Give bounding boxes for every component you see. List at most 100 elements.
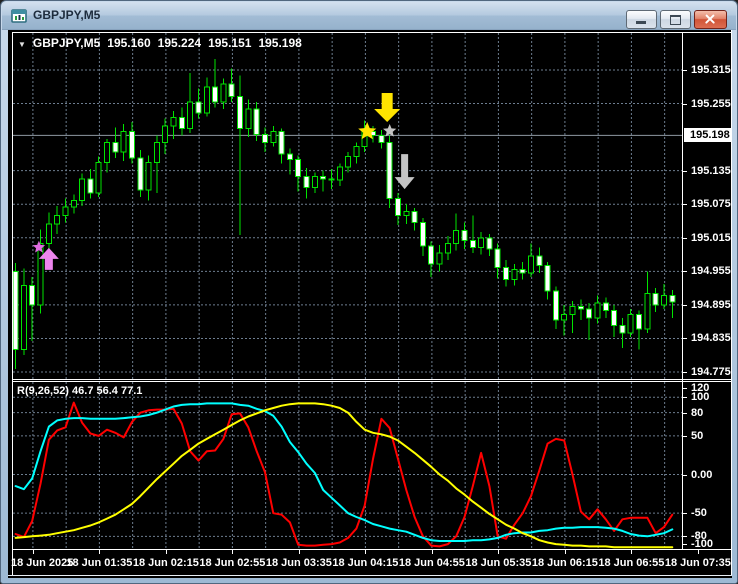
time-tick [232, 550, 234, 554]
time-axis[interactable]: 18 Jun 2025 18 Jun 01:35 18 Jun 02:15 18 Ju… [8, 550, 732, 575]
price-scale-label: 194.895 [691, 298, 731, 311]
time-tick [298, 550, 300, 554]
candle-body [478, 237, 485, 248]
candle-body [403, 210, 410, 216]
time-axis-label: 18 Jun 2025 [11, 557, 74, 569]
candle-body [320, 175, 327, 180]
price-scale-label: 195.075 [691, 198, 731, 211]
candle-body [170, 117, 177, 127]
window-controls [626, 10, 727, 29]
price-scale-label: 195.255 [691, 97, 731, 110]
time-axis-label: 18 Jun 04:55 [398, 557, 465, 569]
candle-body [212, 86, 219, 103]
candle-body [13, 270, 19, 351]
indicator-pane-bottom-border [12, 549, 732, 550]
candle-body [20, 284, 27, 351]
scale-right-border [731, 30, 732, 576]
time-tick [564, 550, 566, 554]
price-scale-label: 194.835 [691, 332, 731, 345]
candle-body [328, 178, 335, 181]
scale-tick [683, 237, 687, 239]
candle-body [62, 206, 69, 216]
scale-tick [683, 435, 687, 437]
candle-body [295, 158, 302, 177]
minimize-icon [636, 21, 646, 24]
candle-body [203, 86, 210, 114]
indicator-pane-top-border[interactable] [12, 381, 732, 382]
candle-body [503, 266, 510, 281]
candle-body [70, 199, 77, 208]
candle-body [237, 95, 244, 130]
scale-tick [683, 388, 687, 389]
chart-client-area: ▼ GBPJPY,M5 195.160 195.224 195.151 195.… [8, 30, 732, 578]
header-symbol: GBPJPY,M5 [32, 36, 101, 50]
window-titlebar[interactable]: GBPJPY,M5 [2, 2, 736, 30]
time-tick [365, 550, 367, 554]
candle-body [586, 308, 593, 319]
candle-body [220, 83, 227, 103]
candle-body [29, 284, 36, 306]
candle-body [511, 269, 518, 281]
scale-tick [683, 536, 687, 538]
time-tick [498, 550, 500, 554]
price-scale-label: 195.015 [691, 231, 731, 244]
scale-tick [683, 412, 687, 414]
candle-body [386, 142, 393, 200]
candle-body [577, 306, 584, 310]
candle-body [353, 146, 360, 158]
scale-tick [683, 204, 687, 206]
window-title: GBPJPY,M5 [33, 8, 101, 22]
restore-icon [670, 15, 681, 25]
price-scale-label: -50 [691, 507, 707, 520]
scale-tick [683, 372, 687, 373]
price-scale-label: 195.315 [691, 64, 731, 76]
candle-body [461, 230, 468, 242]
price-scale-label: 100 [691, 391, 710, 404]
candle-body [311, 175, 318, 188]
chart-window: GBPJPY,M5 ▼ GBPJPY,M5 195.160 195.224 19… [0, 0, 738, 584]
candle-body [644, 293, 651, 330]
candle-body [104, 142, 111, 163]
scale-separator-line[interactable] [682, 32, 683, 550]
plot-left-border [12, 32, 13, 575]
candle-body [436, 252, 443, 265]
candle-body [519, 269, 526, 274]
price-scale[interactable]: 195.315 195.255 195.135 195.075 195.015 194.9… [683, 30, 732, 576]
candle-body [162, 125, 169, 144]
minimize-button[interactable] [626, 10, 657, 29]
candle-body [270, 131, 277, 144]
price-scale-label: 50 [691, 429, 704, 442]
close-button[interactable] [694, 10, 727, 29]
candle-body [453, 230, 460, 244]
symbol-dropdown-icon[interactable]: ▼ [18, 40, 26, 49]
candle-body [336, 166, 343, 181]
candle-body [195, 101, 202, 114]
time-tick [99, 550, 101, 554]
sell-arrow-marker [394, 154, 415, 190]
time-axis-label: 18 Jun 05:35 [465, 557, 532, 569]
main-chart-canvas[interactable] [13, 33, 682, 379]
price-scale-label: 80 [691, 406, 704, 419]
time-axis-label: 18 Jun 07:35 [664, 557, 731, 569]
restore-button[interactable] [660, 10, 691, 29]
candle-body [261, 133, 268, 144]
candle-body [602, 302, 609, 311]
candle-body [178, 117, 185, 130]
time-tick [165, 550, 167, 554]
candle-body [95, 161, 102, 194]
indicator-canvas[interactable] [13, 382, 682, 549]
candle-body [444, 242, 451, 254]
time-tick [631, 550, 633, 554]
scale-tick [683, 544, 687, 545]
candles [13, 58, 676, 370]
candle-body [652, 293, 659, 306]
candle-body [153, 142, 160, 163]
time-axis-label: 18 Jun 02:15 [132, 557, 199, 569]
star-marker [383, 124, 397, 137]
price-scale-label: 194.955 [691, 265, 731, 278]
candle-body [619, 325, 626, 334]
candle-body [569, 306, 576, 315]
candle-body [394, 198, 401, 216]
scale-tick [683, 103, 687, 105]
chart-window-icon [11, 9, 27, 23]
